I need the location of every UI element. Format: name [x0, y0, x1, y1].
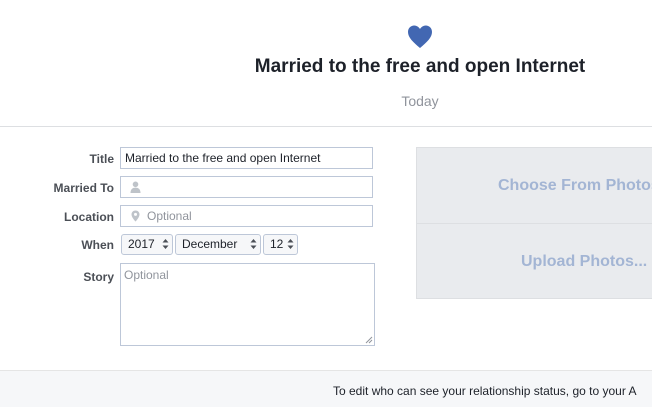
person-icon	[130, 181, 141, 193]
heart-icon	[408, 25, 432, 48]
day-select[interactable]: 12	[263, 234, 298, 255]
day-value: 12	[270, 237, 284, 251]
location-placeholder: Optional	[147, 209, 192, 223]
event-header: Married to the free and open Internet To…	[0, 0, 652, 127]
year-select[interactable]: 2017	[121, 234, 173, 255]
event-date: Today	[401, 93, 439, 109]
married-to-input[interactable]	[120, 176, 373, 198]
story-textarea[interactable]: Optional	[120, 263, 375, 346]
story-label: Story	[83, 270, 114, 284]
month-value: December	[182, 237, 238, 251]
select-arrows-icon	[287, 239, 294, 249]
title-input-value: Married to the free and open Internet	[125, 151, 321, 165]
resize-handle-icon[interactable]	[365, 336, 373, 344]
select-arrows-icon	[250, 239, 257, 249]
when-label: When	[81, 238, 114, 252]
married-to-label: Married To	[53, 181, 114, 195]
photo-panel: Choose From Photos Upload Photos...	[416, 147, 652, 299]
upload-photos-button[interactable]: Upload Photos...	[521, 253, 647, 271]
footer-text: To edit who can see your relationship st…	[333, 384, 637, 398]
location-input[interactable]: Optional	[120, 205, 373, 227]
footer: To edit who can see your relationship st…	[0, 370, 652, 407]
location-label: Location	[64, 210, 114, 224]
event-title: Married to the free and open Internet	[254, 56, 586, 77]
year-value: 2017	[128, 237, 155, 251]
month-select[interactable]: December	[175, 234, 261, 255]
photo-panel-divider	[417, 223, 652, 224]
select-arrows-icon	[162, 239, 169, 249]
title-label: Title	[89, 152, 114, 166]
title-input[interactable]: Married to the free and open Internet	[120, 147, 373, 169]
location-pin-icon	[131, 210, 140, 222]
story-placeholder: Optional	[124, 268, 169, 282]
choose-from-photos-button[interactable]: Choose From Photos	[498, 177, 652, 195]
